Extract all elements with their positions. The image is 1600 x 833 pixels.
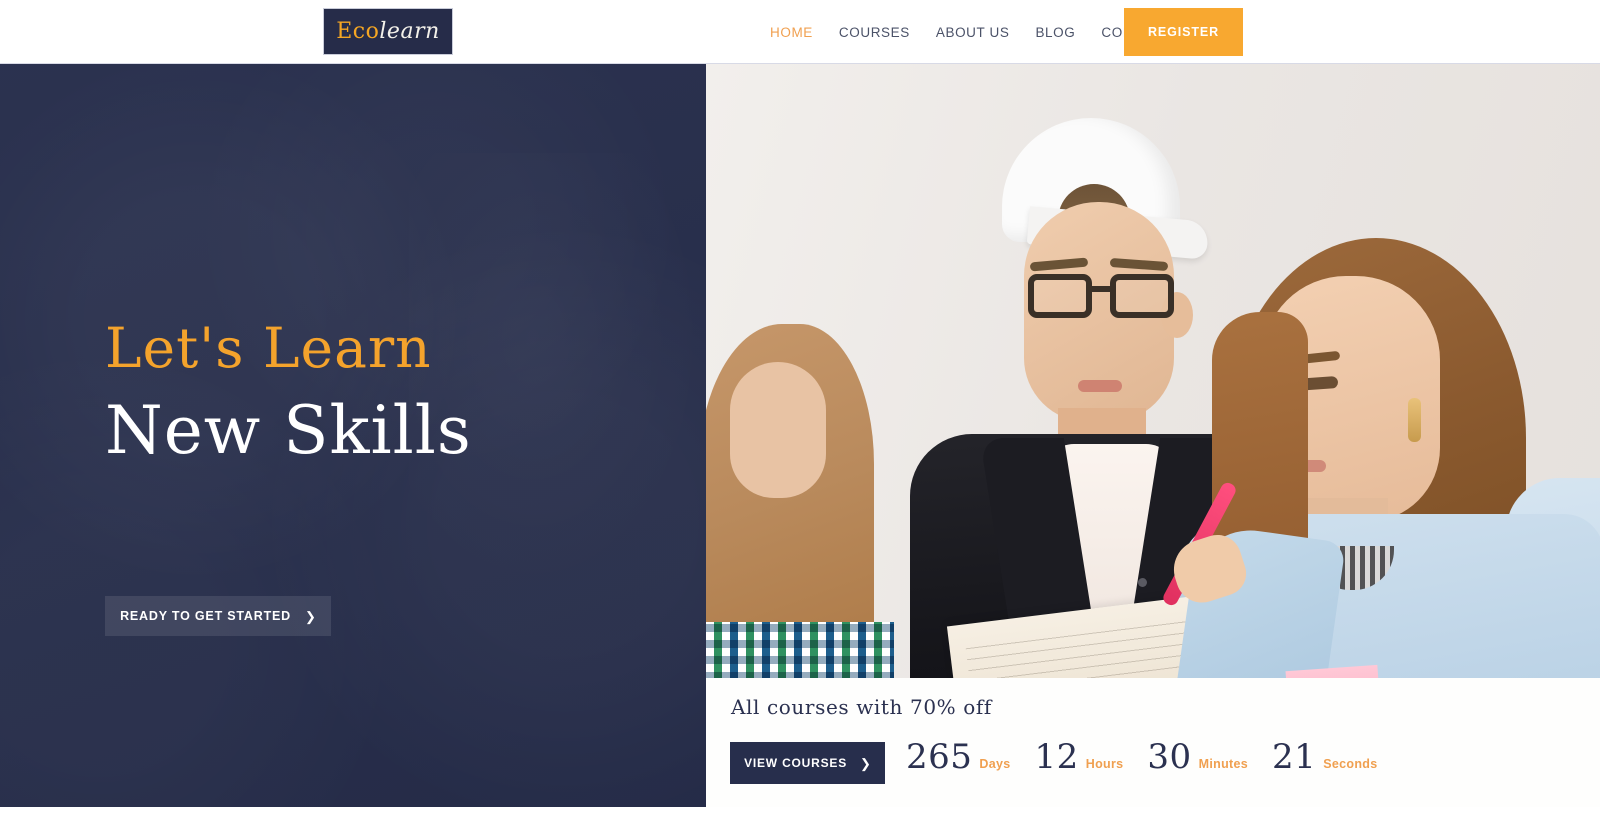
register-button[interactable]: REGISTER: [1124, 8, 1243, 56]
countdown-value-minutes: 30: [1147, 737, 1192, 777]
countdown-label-days: Days: [979, 757, 1011, 771]
nav-item-home[interactable]: HOME: [770, 25, 813, 40]
photo-left-student-face: [730, 362, 826, 498]
photo-center-student-glasses: [1028, 274, 1176, 318]
view-courses-label: VIEW COURSES: [744, 756, 848, 770]
site-logo[interactable]: Ecolearn: [323, 8, 453, 55]
photo-right-student-earring: [1408, 398, 1421, 442]
countdown-unit-minutes: 30 Minutes: [1147, 740, 1248, 774]
ready-to-get-started-button[interactable]: READY TO GET STARTED ❯: [105, 596, 331, 636]
glasses-lens-left: [1028, 274, 1092, 318]
logo-text-eco: Eco: [336, 19, 380, 44]
countdown-label-hours: Hours: [1085, 757, 1124, 771]
hero-headline-line2: New Skills: [105, 391, 472, 469]
nav-item-courses[interactable]: COURSES: [839, 25, 910, 40]
chevron-right-icon: ❯: [304, 608, 316, 624]
view-courses-button[interactable]: VIEW COURSES ❯: [730, 742, 885, 784]
hero-left-panel: Let's Learn New Skills READY TO GET STAR…: [0, 64, 706, 807]
countdown-unit-hours: 12 Hours: [1035, 740, 1124, 774]
hero-landing-page: Ecolearn HOME COURSES ABOUT US BLOG CONT…: [0, 0, 1600, 833]
logo-text: Ecolearn: [336, 19, 440, 44]
countdown-value-hours: 12: [1034, 737, 1079, 777]
countdown-value-seconds: 21: [1271, 737, 1317, 777]
hero-headline-line1: Let's Learn: [105, 316, 432, 380]
hero-photo: [706, 62, 1600, 678]
glasses-lens-right: [1110, 274, 1174, 318]
offer-bar: All courses with 70% off VIEW COURSES ❯ …: [706, 678, 1600, 807]
photo-jacket-button: [1138, 578, 1147, 587]
nav-item-blog[interactable]: BLOG: [1035, 25, 1075, 40]
countdown-unit-seconds: 21 Seconds: [1272, 740, 1377, 774]
countdown-label-minutes: Minutes: [1198, 757, 1248, 771]
students-studying-image: [706, 62, 1600, 678]
photo-left-student-shirt: [706, 622, 894, 678]
photo-center-student-lips: [1078, 380, 1122, 392]
nav-item-about-us[interactable]: ABOUT US: [936, 25, 1010, 40]
hero-headline: Let's Learn New Skills: [105, 318, 472, 468]
offer-title: All courses with 70% off: [731, 695, 992, 719]
page-bottom-strip: [0, 807, 1600, 833]
countdown-timer: 265 Days 12 Hours 30 Minutes 21 Seconds: [906, 740, 1401, 774]
chevron-right-icon: ❯: [860, 755, 871, 771]
countdown-unit-days: 265 Days: [906, 740, 1011, 774]
site-header: Ecolearn HOME COURSES ABOUT US BLOG CONT…: [0, 0, 1600, 64]
ready-to-get-started-label: READY TO GET STARTED: [120, 609, 291, 623]
countdown-value-days: 265: [906, 737, 973, 777]
logo-text-learn: learn: [379, 19, 440, 44]
countdown-label-seconds: Seconds: [1323, 757, 1378, 771]
